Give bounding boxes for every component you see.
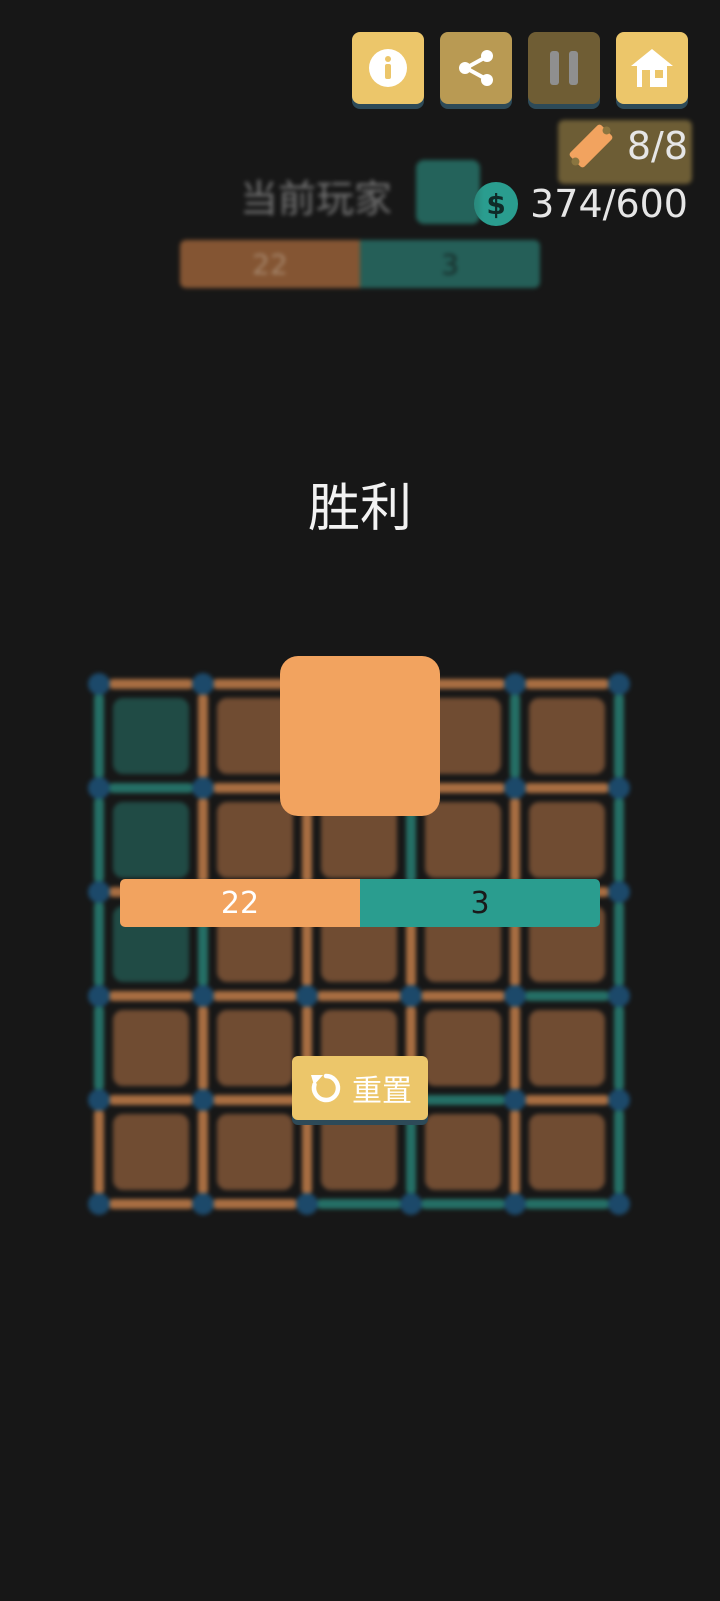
board-dot xyxy=(400,1193,422,1215)
board-dot xyxy=(192,1193,214,1215)
final-score-bar: 22 3 xyxy=(120,879,600,927)
board-cell xyxy=(529,698,605,774)
board-dot xyxy=(608,777,630,799)
board-dot xyxy=(608,985,630,1007)
board-dot xyxy=(504,777,526,799)
board-cell xyxy=(529,802,605,878)
board-cell xyxy=(217,1010,293,1086)
board-dot xyxy=(608,1089,630,1111)
board-cell xyxy=(321,1114,397,1190)
score-player1: 22 xyxy=(120,879,360,927)
board-cell xyxy=(425,802,501,878)
board-dot xyxy=(608,1193,630,1215)
board-dot xyxy=(504,1193,526,1215)
board-cell xyxy=(529,1114,605,1190)
board-dot xyxy=(192,673,214,695)
board-cell xyxy=(113,1010,189,1086)
refresh-icon xyxy=(311,1073,341,1103)
board-dot xyxy=(88,881,110,903)
board-cell xyxy=(113,1114,189,1190)
score-player2: 3 xyxy=(360,879,600,927)
board-dot xyxy=(88,1089,110,1111)
board-cell xyxy=(217,1114,293,1190)
board-dot xyxy=(296,985,318,1007)
board-dot xyxy=(88,673,110,695)
board-cell xyxy=(113,802,189,878)
board-dot xyxy=(88,1193,110,1215)
board-dot xyxy=(504,1089,526,1111)
board-dot xyxy=(88,985,110,1007)
board-dot xyxy=(192,777,214,799)
board-cell xyxy=(529,1010,605,1086)
board-cell xyxy=(425,1114,501,1190)
board-dot xyxy=(88,777,110,799)
board-dot xyxy=(504,985,526,1007)
board-cell xyxy=(217,802,293,878)
board-cell xyxy=(425,1010,501,1086)
board-dot xyxy=(296,1193,318,1215)
board-dot xyxy=(192,1089,214,1111)
winner-tile xyxy=(280,656,440,816)
board-dot xyxy=(608,881,630,903)
board-cell xyxy=(113,698,189,774)
board-dot xyxy=(400,985,422,1007)
reset-label: 重置 xyxy=(352,1074,412,1109)
board-dot xyxy=(608,673,630,695)
board-dot xyxy=(504,673,526,695)
board-dot xyxy=(192,985,214,1007)
reset-button[interactable]: 重置 xyxy=(292,1056,428,1120)
